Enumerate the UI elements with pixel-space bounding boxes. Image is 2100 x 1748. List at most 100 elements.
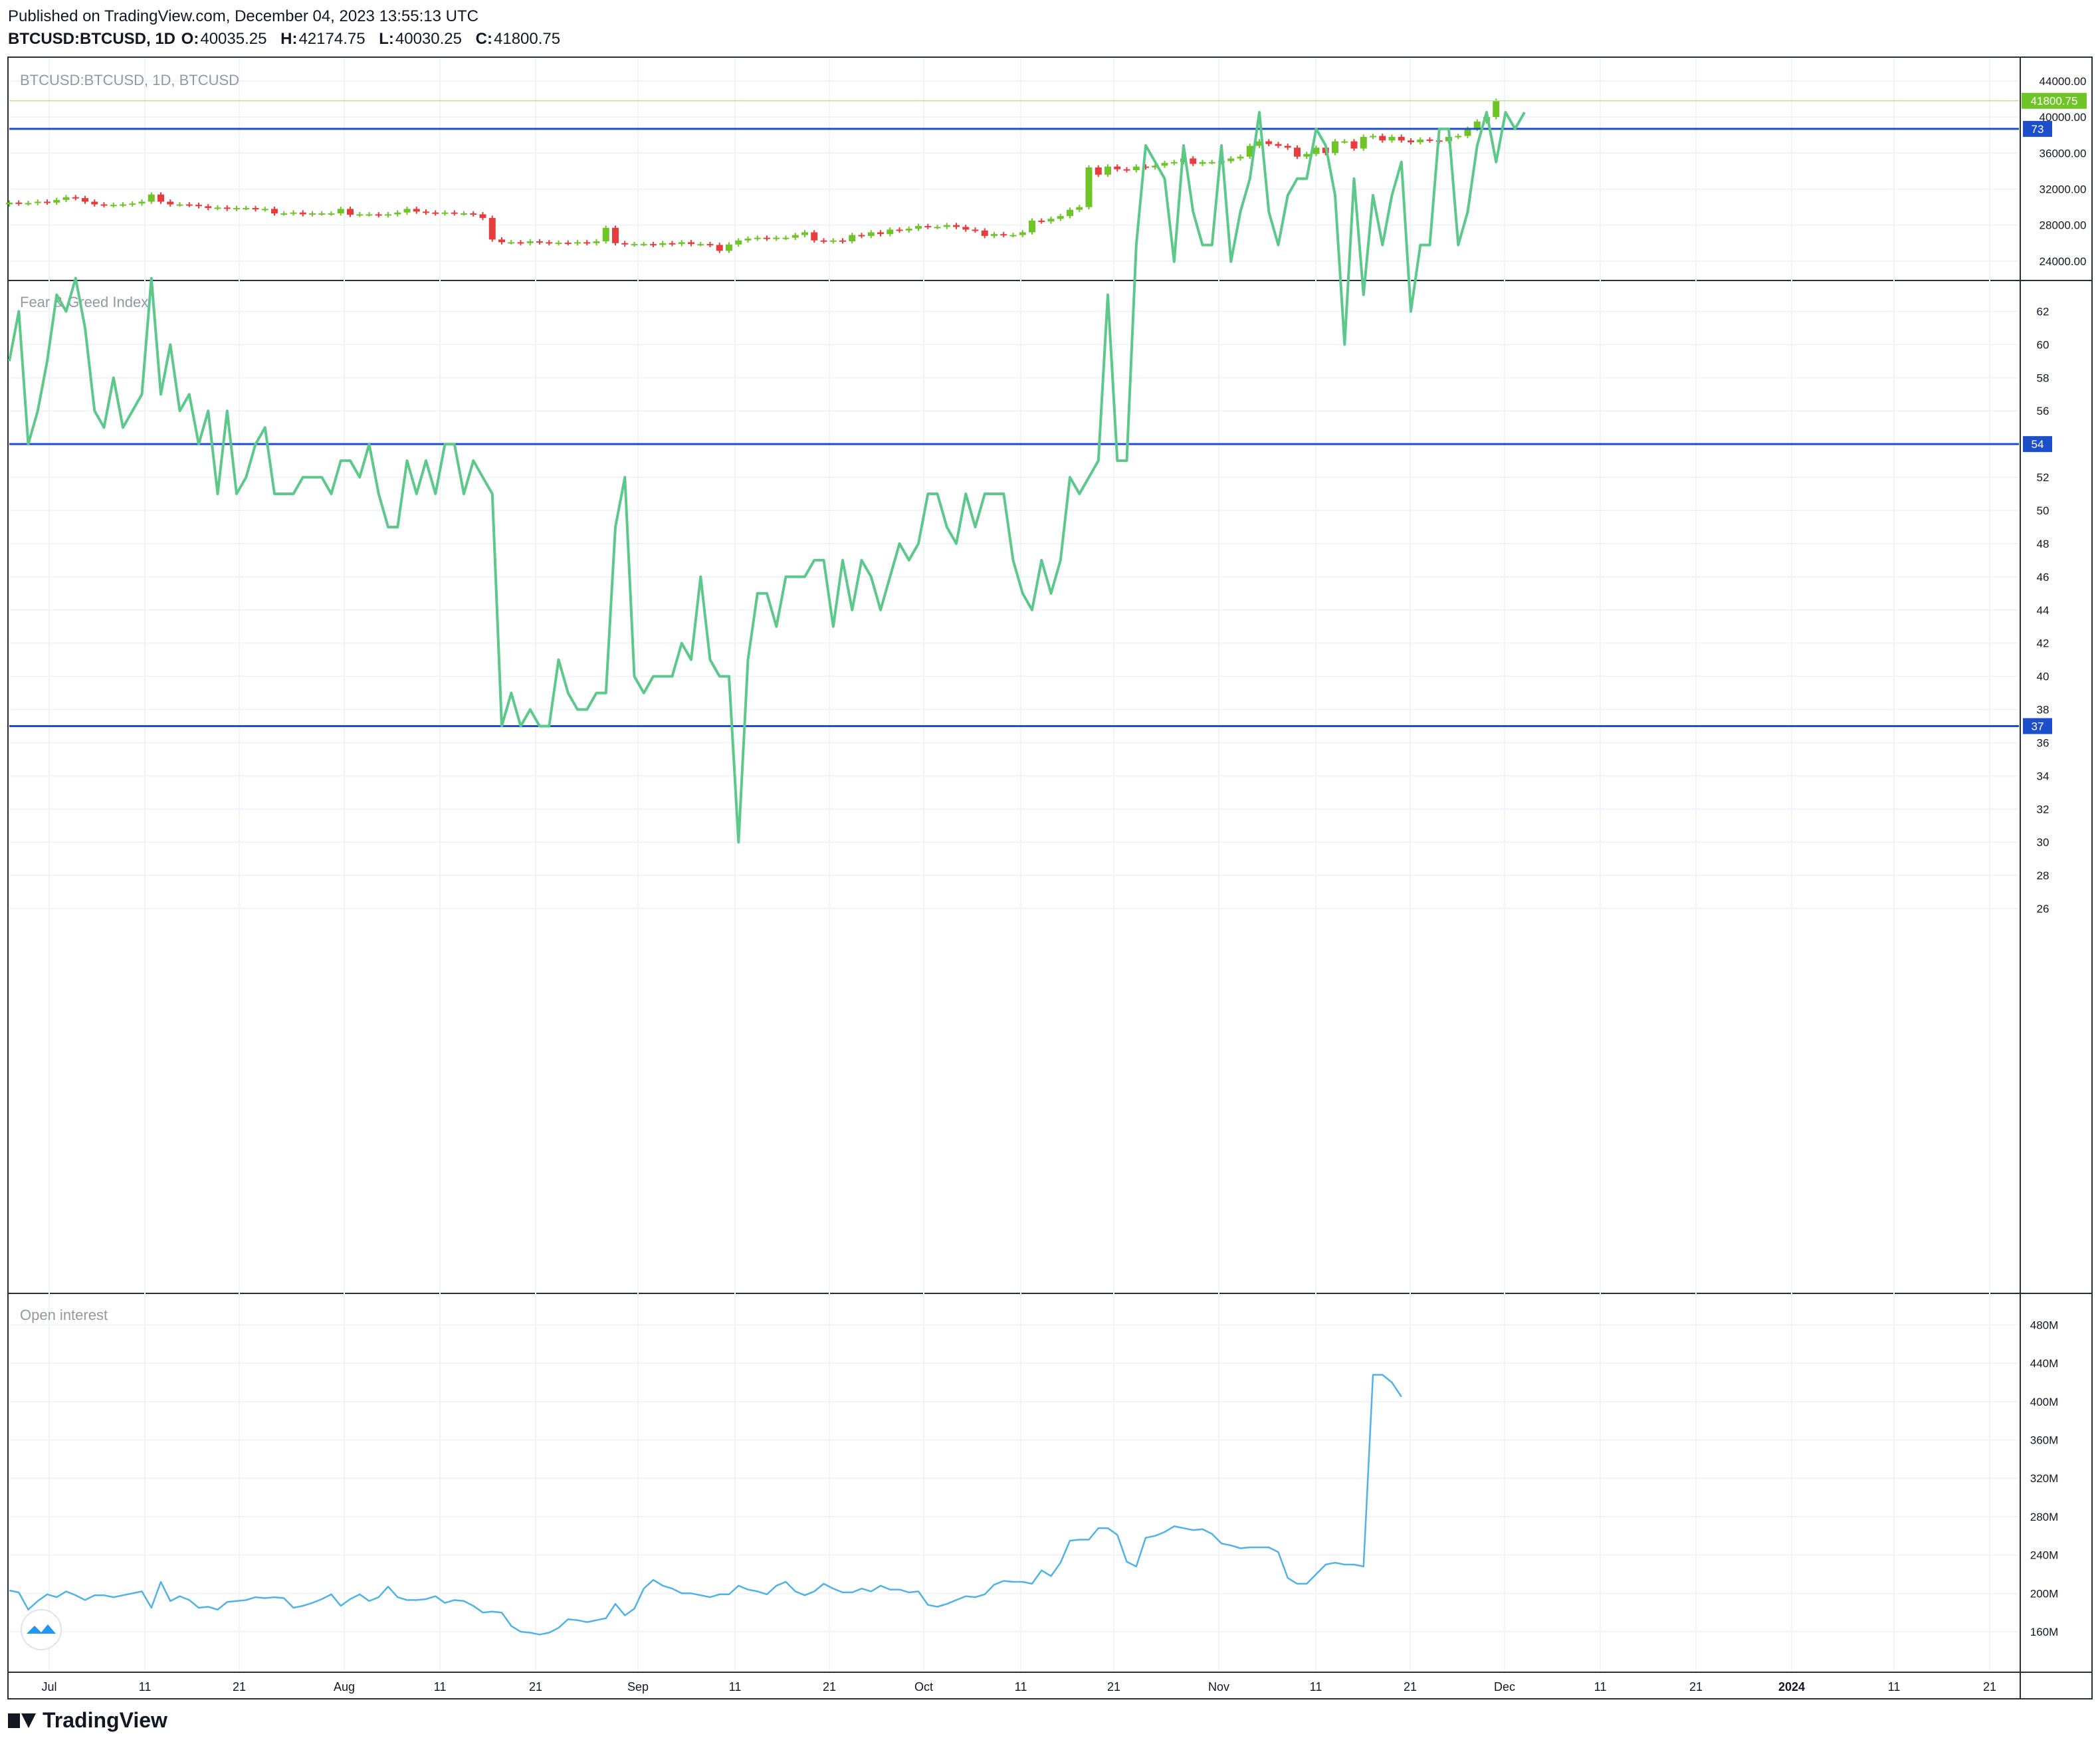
candle-body	[915, 226, 922, 229]
fg-tick-label: 48	[2037, 538, 2049, 550]
candle-body	[981, 230, 988, 236]
candle-body	[811, 232, 818, 241]
candle-body	[1408, 140, 1414, 143]
fg-tick-label: 52	[2037, 471, 2049, 484]
tradingview-logo[interactable]: TradingView	[8, 1708, 167, 1733]
oi-tick-label: 440M	[2030, 1357, 2059, 1370]
candle-body	[120, 204, 126, 206]
candle-body	[583, 242, 591, 244]
candle-body	[1426, 139, 1433, 141]
candle-body	[488, 217, 496, 240]
oi-series-line	[9, 1374, 1402, 1636]
candle-body	[158, 194, 164, 202]
oi-tick-label: 360M	[2030, 1434, 2059, 1447]
x-tick-label: 11	[729, 1680, 742, 1693]
candle-body	[650, 244, 657, 246]
fg-tick-label: 50	[2037, 504, 2049, 517]
candle-body	[659, 243, 667, 245]
candle-body	[347, 209, 354, 215]
candle-body	[337, 209, 344, 214]
candle-body	[1493, 100, 1500, 118]
oi-tick-label: 240M	[2030, 1549, 2059, 1562]
candle-body	[138, 201, 146, 204]
candle-body	[782, 237, 789, 239]
candle-body	[1303, 154, 1311, 157]
candle-body	[669, 243, 676, 245]
candle-body	[706, 244, 714, 246]
x-tick-label: Dec	[1494, 1680, 1515, 1693]
oi-tick-label: 280M	[2030, 1511, 2059, 1523]
candle-body	[318, 213, 326, 215]
candle-body	[205, 206, 212, 208]
candle-body	[223, 207, 231, 209]
candle-body	[1294, 148, 1301, 157]
x-tick-label: 21	[1689, 1680, 1703, 1693]
candle-body	[621, 243, 629, 245]
price-tick-label: 32000.00	[2040, 183, 2087, 195]
candle-body	[470, 213, 477, 215]
candle-body	[271, 209, 278, 214]
x-tick-label: 21	[1983, 1680, 1996, 1693]
candle-body	[858, 235, 865, 237]
fg-tick-label: 56	[2037, 405, 2049, 417]
candle-body	[735, 240, 742, 245]
candle-body	[1132, 166, 1140, 171]
fg-tick-label: 42	[2037, 637, 2049, 650]
candle-body	[1350, 141, 1358, 149]
candle-body	[1360, 136, 1367, 149]
tradingview-wordmark: TradingView	[43, 1708, 167, 1732]
candle-body	[15, 202, 23, 204]
x-tick-label: 11	[139, 1680, 152, 1693]
x-tick-label: Oct	[914, 1680, 933, 1693]
x-tick-label: 11	[1015, 1680, 1027, 1693]
fg-tick-label: 62	[2037, 305, 2049, 318]
x-tick-label: 11	[434, 1680, 447, 1693]
candle-body	[1038, 220, 1045, 222]
candle-body	[934, 227, 941, 229]
candle-body	[1123, 169, 1130, 171]
fg-tick-label: 44	[2037, 604, 2049, 617]
x-tick-label: 21	[823, 1680, 836, 1693]
candle-body	[1312, 148, 1320, 154]
fg-level-label: 37	[2032, 720, 2044, 732]
candle-body	[1029, 220, 1035, 233]
candle-body	[366, 214, 373, 216]
candle-body	[1237, 156, 1244, 159]
candle-body	[839, 240, 846, 242]
price-tick-label: 44000.00	[2040, 75, 2087, 88]
x-tick-label: 2024	[1778, 1680, 1805, 1693]
candle-body	[602, 227, 609, 242]
candle-body	[1284, 146, 1291, 148]
candle-body	[953, 225, 960, 227]
candle-body	[1227, 158, 1235, 162]
candle-body	[280, 213, 288, 215]
candle-body	[1332, 141, 1338, 154]
candle-body	[612, 227, 619, 243]
candle-body	[25, 203, 32, 205]
candle-body	[176, 204, 183, 206]
candle-body	[233, 207, 240, 209]
candle-body	[1095, 167, 1102, 175]
fg-tick-label: 32	[2037, 803, 2049, 816]
candle-body	[726, 244, 732, 251]
candle-body	[517, 242, 524, 244]
price-tick-label: 36000.00	[2040, 147, 2087, 160]
candle-body	[1067, 209, 1073, 217]
price-tick-label: 28000.00	[2040, 219, 2087, 232]
x-tick-label: 11	[1310, 1680, 1322, 1693]
candle-body	[403, 209, 411, 213]
candle-body	[53, 199, 60, 203]
x-tick-label: 11	[1594, 1680, 1607, 1693]
candle-body	[526, 241, 534, 243]
fg-pane-title: Fear & Greed Index	[20, 294, 148, 310]
candle-body	[461, 213, 467, 215]
fg-tick-label: 46	[2037, 571, 2049, 584]
candle-body	[1190, 158, 1197, 164]
candle-body	[375, 214, 382, 216]
candle-body	[593, 241, 600, 243]
chart-canvas[interactable]: Jul 11 21 Aug 11 21 Sep 11 21 Oct 11 21 Nov 11 21 Dec 11…	[0, 0, 2100, 1748]
x-tick-label: Jul	[41, 1680, 56, 1693]
price-tick-label: 24000.00	[2040, 255, 2087, 268]
fg-tick-label: 38	[2037, 704, 2049, 716]
candle-body	[1275, 144, 1282, 146]
